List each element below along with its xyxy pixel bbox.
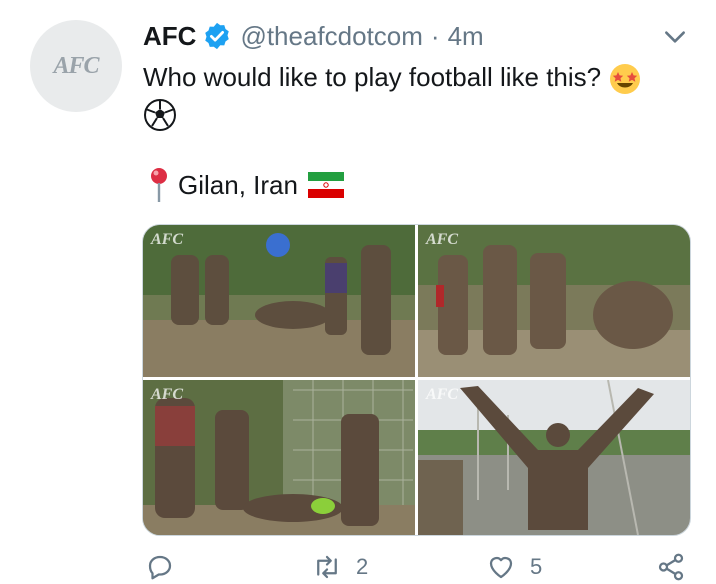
media-photo-4[interactable]: AFC: [418, 380, 690, 535]
location[interactable]: Gilan, Iran: [148, 167, 344, 203]
location-label: Gilan, Iran: [178, 169, 298, 200]
like-button[interactable]: 5: [486, 552, 542, 582]
media-photo-3[interactable]: AFC: [143, 380, 415, 535]
separator-dot: ·: [430, 20, 440, 51]
media-grid: AFC AFC AFC AFC: [142, 224, 691, 536]
tweet-text: Who would like to play football like thi…: [143, 60, 688, 132]
author-name[interactable]: AFC: [143, 21, 196, 52]
share-icon: [658, 553, 684, 581]
retweet-count: 2: [356, 554, 369, 579]
soccer-ball-emoji: [144, 99, 176, 132]
round-pushpin-icon: [151, 168, 167, 202]
afc-watermark: AFC: [426, 231, 459, 248]
share-button[interactable]: [656, 552, 686, 582]
afc-watermark: AFC: [151, 231, 184, 248]
author-handle[interactable]: @theafcdotcom: [240, 21, 422, 52]
reply-button[interactable]: [145, 552, 189, 582]
star-struck-emoji: [610, 64, 641, 95]
afc-watermark: AFC: [151, 386, 184, 403]
afc-watermark: AFC: [426, 386, 459, 403]
verified-badge-icon: [205, 22, 230, 50]
retweet-icon: [317, 555, 337, 579]
reply-icon: [148, 555, 172, 580]
retweet-button[interactable]: 2: [312, 552, 368, 582]
like-count: 5: [530, 554, 543, 579]
iran-flag-icon: [307, 172, 344, 198]
chevron-down-icon[interactable]: [662, 24, 688, 50]
heart-icon: [489, 556, 513, 579]
media-photo-2[interactable]: AFC: [418, 225, 690, 377]
tweet-actions: 2 5: [0, 552, 716, 584]
afc-logo: AFC: [53, 52, 99, 79]
tweet-timestamp[interactable]: 4m: [448, 21, 484, 52]
tweet-body: Who would like to play football like thi…: [143, 62, 602, 92]
avatar[interactable]: AFC: [30, 20, 122, 112]
media-photo-1[interactable]: AFC: [143, 225, 415, 377]
tweet-header: AFC @theafcdotcom · 4m: [143, 18, 484, 54]
